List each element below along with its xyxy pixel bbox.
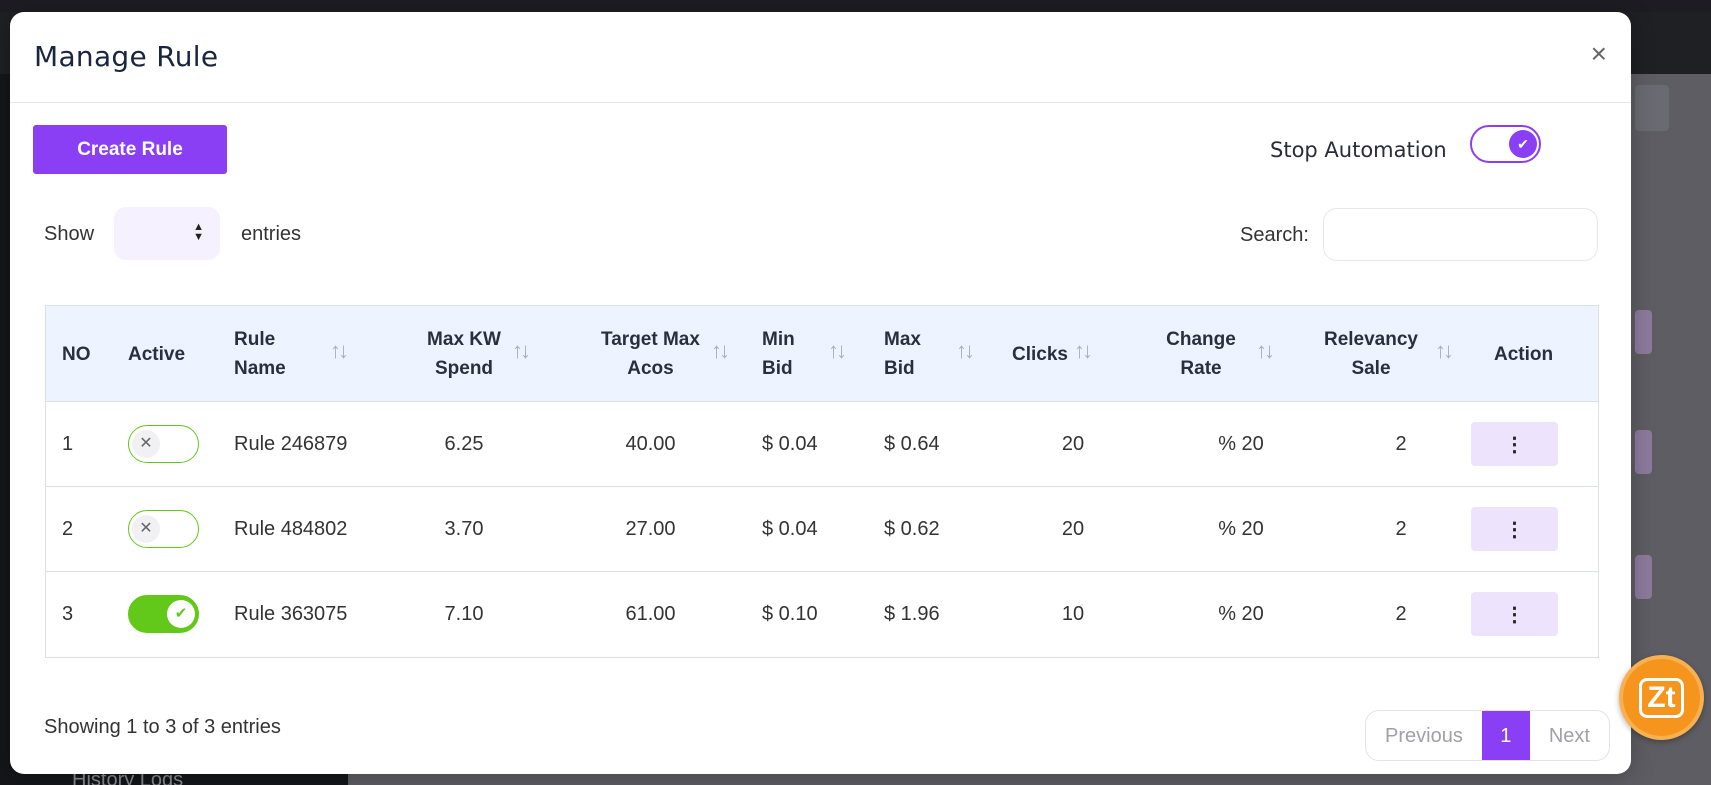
stop-automation-toggle[interactable]: ✔ bbox=[1470, 125, 1541, 163]
active-toggle[interactable]: ✔ bbox=[128, 595, 199, 633]
cell-min-bid: $ 0.04 bbox=[762, 432, 818, 455]
table-row: 3 ✔ Rule 363075 7.10 61.00 $ 0.10 $ 1.96 10 % 20… bbox=[46, 572, 1598, 657]
row-actions-button[interactable]: ⋮ bbox=[1471, 507, 1558, 551]
kebab-menu-icon: ⋮ bbox=[1504, 433, 1525, 456]
col-active[interactable]: Active bbox=[128, 306, 185, 402]
cell-action: ⋮ bbox=[1446, 487, 1583, 571]
col-change-rate[interactable]: Change Rate ↑↓ bbox=[1146, 306, 1275, 402]
bg-chip bbox=[1635, 555, 1652, 599]
cell-max-kw-spend: 3.70 bbox=[444, 517, 484, 540]
check-icon: ✔ bbox=[167, 600, 195, 628]
kebab-menu-icon: ⋮ bbox=[1504, 603, 1525, 626]
cell-relevancy-sale: 2 bbox=[1395, 602, 1407, 625]
cell-relevancy-sale: 2 bbox=[1395, 517, 1407, 540]
cell-min-bid: $ 0.04 bbox=[762, 517, 818, 540]
show-label: Show bbox=[44, 223, 95, 245]
active-toggle[interactable]: ✕ bbox=[128, 425, 199, 463]
page-1-button[interactable]: 1 bbox=[1481, 711, 1530, 760]
manage-rule-modal: Manage Rule × Create Rule Stop Automatio… bbox=[10, 12, 1631, 774]
cell-rule-name: Rule 484802 bbox=[234, 517, 348, 540]
x-icon: ✕ bbox=[132, 515, 160, 543]
modal-title: Manage Rule bbox=[34, 40, 219, 73]
row-actions-button[interactable]: ⋮ bbox=[1471, 422, 1558, 466]
col-max-kw-spend[interactable]: Max KW Spend ↑↓ bbox=[399, 306, 531, 402]
sort-icon: ↑↓ bbox=[1435, 338, 1454, 363]
cell-rule-name: Rule 246879 bbox=[234, 432, 348, 455]
col-clicks[interactable]: Clicks ↑↓ bbox=[1012, 306, 1112, 402]
bg-topbar bbox=[0, 0, 1711, 12]
cell-no: 3 bbox=[62, 602, 74, 625]
cell-relevancy-sale: 2 bbox=[1395, 432, 1407, 455]
rules-table: NO Active Rule Name ↑↓ Max KW Spend ↑↓ Tar… bbox=[45, 305, 1599, 658]
cell-active: ✕ bbox=[128, 402, 228, 486]
sort-icon: ↑↓ bbox=[330, 338, 349, 363]
table-row: 1 ✕ Rule 246879 6.25 40.00 $ 0.04 $ 0.64 20 % 20… bbox=[46, 402, 1598, 487]
sort-icon: ↑↓ bbox=[711, 338, 730, 363]
pagination: Previous 1 Next bbox=[1365, 710, 1610, 761]
x-icon: ✕ bbox=[132, 430, 160, 458]
zt-chat-button[interactable]: Zt bbox=[1619, 655, 1704, 740]
col-max-bid[interactable]: Max Bid ↑↓ bbox=[884, 306, 984, 402]
cell-clicks: 20 bbox=[1061, 432, 1085, 455]
cell-no: 2 bbox=[62, 517, 74, 540]
cell-active: ✔ bbox=[128, 572, 228, 656]
cell-max-bid: $ 1.96 bbox=[884, 602, 940, 625]
stop-automation-label: Stop Automation bbox=[1270, 138, 1447, 162]
sort-arrows-icon: ▲ ▼ bbox=[193, 221, 204, 243]
cell-clicks: 10 bbox=[1061, 602, 1085, 625]
cell-max-bid: $ 0.62 bbox=[884, 517, 940, 540]
sort-icon: ↑↓ bbox=[1074, 338, 1093, 363]
sort-icon: ↑↓ bbox=[828, 338, 847, 363]
entries-select[interactable]: ▲ ▼ bbox=[114, 207, 220, 260]
cell-target-max-acos: 61.00 bbox=[625, 602, 676, 625]
table-body: 1 ✕ Rule 246879 6.25 40.00 $ 0.04 $ 0.64 20 % 20… bbox=[46, 402, 1598, 657]
col-action: Action bbox=[1494, 343, 1554, 365]
table-header: NO Active Rule Name ↑↓ Max KW Spend ↑↓ Tar… bbox=[46, 306, 1598, 402]
bg-chip bbox=[1635, 310, 1652, 354]
col-no[interactable]: NO bbox=[62, 306, 91, 402]
previous-page-button[interactable]: Previous bbox=[1366, 711, 1482, 760]
sort-icon: ↑↓ bbox=[1256, 338, 1275, 363]
cell-action: ⋮ bbox=[1446, 402, 1583, 486]
cell-active: ✕ bbox=[128, 487, 228, 571]
search-label: Search: bbox=[1240, 224, 1309, 246]
cell-max-bid: $ 0.64 bbox=[884, 432, 940, 455]
col-relevancy-sale[interactable]: Relevancy Sale ↑↓ bbox=[1311, 306, 1454, 402]
cell-change-rate: % 20 bbox=[1218, 432, 1264, 455]
bg-chip bbox=[1635, 430, 1652, 474]
row-actions-button[interactable]: ⋮ bbox=[1471, 592, 1558, 636]
modal-header: Manage Rule × bbox=[10, 12, 1631, 103]
table-row: 2 ✕ Rule 484802 3.70 27.00 $ 0.04 $ 0.62 20 % 20… bbox=[46, 487, 1598, 572]
cell-target-max-acos: 40.00 bbox=[625, 432, 676, 455]
bg-panel bbox=[1635, 85, 1669, 131]
cell-max-kw-spend: 7.10 bbox=[444, 602, 484, 625]
close-button[interactable]: × bbox=[1591, 40, 1607, 68]
table-info: Showing 1 to 3 of 3 entries bbox=[44, 716, 281, 738]
check-icon: ✔ bbox=[1509, 130, 1537, 158]
cell-change-rate: % 20 bbox=[1218, 602, 1264, 625]
sort-icon: ↑↓ bbox=[512, 338, 531, 363]
active-toggle[interactable]: ✕ bbox=[128, 510, 199, 548]
col-min-bid[interactable]: Min Bid ↑↓ bbox=[762, 306, 862, 402]
cell-max-kw-spend: 6.25 bbox=[444, 432, 484, 455]
cell-min-bid: $ 0.10 bbox=[762, 602, 818, 625]
next-page-button[interactable]: Next bbox=[1530, 711, 1609, 760]
col-target-max-acos[interactable]: Target Max Acos ↑↓ bbox=[578, 306, 730, 402]
kebab-menu-icon: ⋮ bbox=[1504, 518, 1525, 541]
entries-label: entries bbox=[241, 223, 302, 245]
create-rule-button[interactable]: Create Rule bbox=[33, 125, 227, 174]
col-rule-name[interactable]: Rule Name ↑↓ bbox=[234, 306, 364, 402]
cell-clicks: 20 bbox=[1061, 517, 1085, 540]
cell-rule-name: Rule 363075 bbox=[234, 602, 348, 625]
search-input[interactable] bbox=[1323, 208, 1598, 261]
cell-change-rate: % 20 bbox=[1218, 517, 1264, 540]
cell-action: ⋮ bbox=[1446, 572, 1583, 656]
cell-target-max-acos: 27.00 bbox=[625, 517, 676, 540]
sort-icon: ↑↓ bbox=[956, 338, 975, 363]
cell-no: 1 bbox=[62, 432, 74, 455]
